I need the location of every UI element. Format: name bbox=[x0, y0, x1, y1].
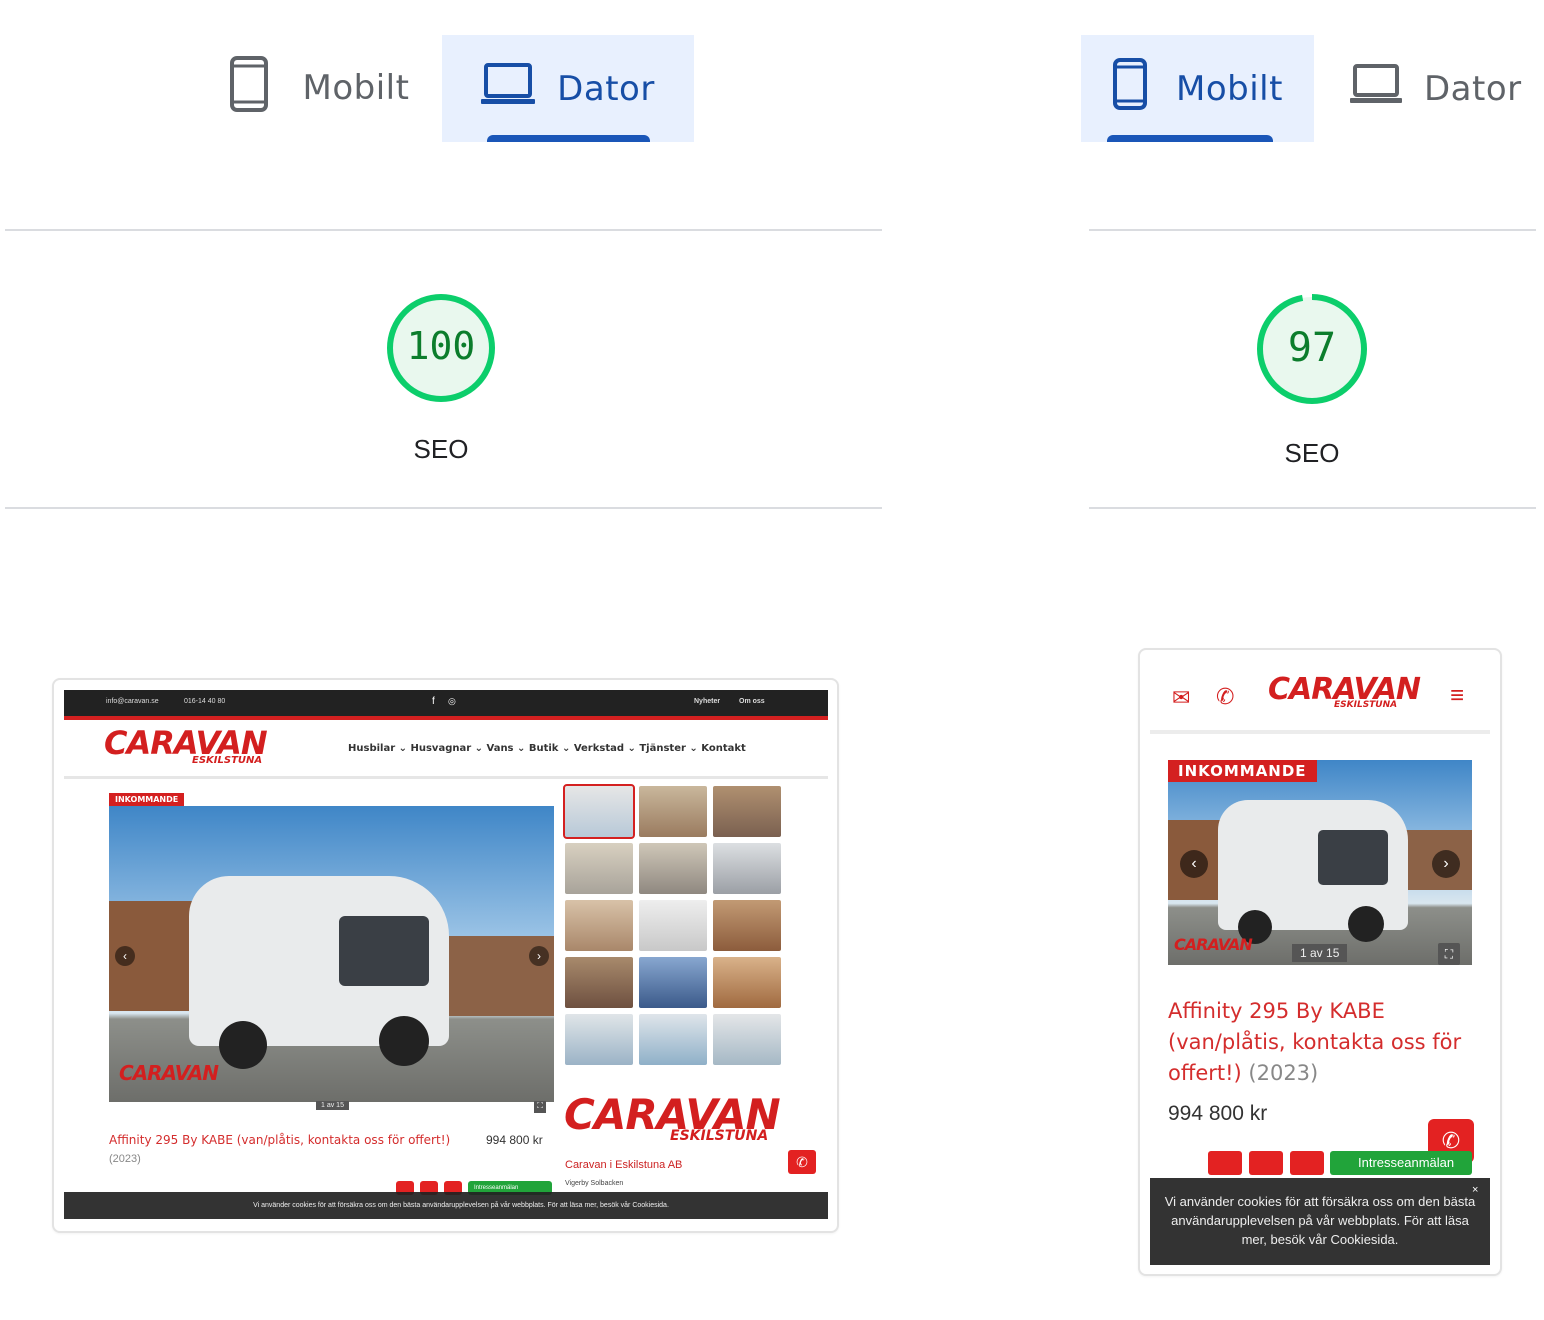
thumbnail[interactable] bbox=[713, 900, 781, 951]
site-logo[interactable]: CARAVAN ESKILSTUNA bbox=[104, 724, 294, 772]
nav-item[interactable]: Vans bbox=[487, 743, 514, 754]
thumbnail[interactable] bbox=[639, 786, 707, 837]
fullscreen-icon[interactable]: ⛶ bbox=[534, 1101, 546, 1113]
laptop-icon bbox=[1350, 63, 1402, 114]
listing-price: 994 800 kr bbox=[1168, 1102, 1268, 1125]
phone-icon bbox=[229, 55, 269, 122]
main-nav: Husbilar ⌄ Husvagnar ⌄ Vans ⌄ Butik ⌄ Ve… bbox=[348, 743, 746, 754]
desktop-screenshot: info@caravan.se 016-14 40 80 f ◎ Nyheter… bbox=[52, 678, 839, 1233]
topbar-link[interactable]: Om oss bbox=[739, 698, 765, 705]
accent-line bbox=[64, 716, 828, 720]
thumbnail[interactable] bbox=[639, 957, 707, 1008]
thumbnail[interactable] bbox=[565, 957, 633, 1008]
divider bbox=[5, 229, 882, 231]
fullscreen-icon[interactable]: ⛶ bbox=[1438, 943, 1460, 965]
divider bbox=[1089, 507, 1536, 509]
main-photo[interactable]: CARAVAN ‹ › bbox=[109, 806, 554, 1102]
topbar-phone: 016-14 40 80 bbox=[184, 698, 226, 705]
score-label: SEO bbox=[1284, 438, 1340, 468]
main-photo[interactable]: CARAVAN ‹ › bbox=[1168, 760, 1472, 965]
seo-gauge-right: 97 bbox=[1255, 292, 1369, 406]
thumbnail[interactable] bbox=[565, 1014, 633, 1065]
image-counter: 1 av 15 bbox=[316, 1101, 349, 1110]
tab-mobile-label: Mobilt bbox=[1176, 68, 1283, 109]
company-address: Vigerby Solbacken bbox=[565, 1180, 624, 1187]
nav-item[interactable]: Kontakt bbox=[701, 743, 746, 754]
thumbnail[interactable] bbox=[713, 843, 781, 894]
image-button[interactable] bbox=[1208, 1151, 1242, 1175]
print-button[interactable] bbox=[1249, 1151, 1283, 1175]
listing-price: 994 800 kr bbox=[486, 1133, 543, 1147]
listing-year: (2023) bbox=[1248, 1061, 1319, 1085]
cookie-banner: Vi använder cookies för att försäkra oss… bbox=[64, 1192, 828, 1219]
thumbnail[interactable] bbox=[713, 786, 781, 837]
chevron-left-icon[interactable]: ‹ bbox=[115, 946, 135, 966]
dealer-logo-sub: ESKILSTUNA bbox=[670, 1128, 769, 1144]
mobile-screenshot: ✉ ✆ CARAVAN ESKILSTUNA ≡ CARAVAN ‹ › INK… bbox=[1138, 648, 1502, 1276]
thumbnail[interactable] bbox=[713, 957, 781, 1008]
score-label: SEO bbox=[413, 434, 469, 464]
site-logo[interactable]: CARAVAN ESKILSTUNA bbox=[1268, 672, 1421, 716]
cookie-text: Vi använder cookies för att försäkra oss… bbox=[1164, 1194, 1476, 1247]
site-topbar: info@caravan.se 016-14 40 80 f ◎ Nyheter… bbox=[64, 690, 828, 716]
thumbnail[interactable] bbox=[639, 1014, 707, 1065]
thumbnail[interactable] bbox=[563, 784, 635, 839]
score-value: 97 bbox=[1287, 325, 1337, 371]
company-name: Caravan i Eskilstuna AB bbox=[565, 1159, 683, 1171]
header-divider bbox=[1150, 730, 1490, 734]
dealer-logo: CARAVAN ESKILSTUNA bbox=[564, 1090, 784, 1150]
close-icon[interactable]: × bbox=[1472, 1184, 1478, 1196]
cookie-text: Vi använder cookies för att försäkra oss… bbox=[253, 1202, 669, 1209]
topbar-email: info@caravan.se bbox=[106, 698, 159, 705]
interest-button[interactable]: Intresseanmälan bbox=[1330, 1151, 1472, 1175]
nav-item[interactable]: Tjänster bbox=[639, 743, 686, 754]
phone-call-icon[interactable]: ✆ bbox=[1216, 684, 1234, 710]
thumbnail[interactable] bbox=[565, 900, 633, 951]
status-badge: INKOMMANDE bbox=[1168, 760, 1317, 782]
logo-sub: ESKILSTUNA bbox=[192, 755, 263, 766]
cookie-banner: Vi använder cookies för att försäkra oss… bbox=[1150, 1178, 1490, 1265]
image-counter: 1 av 15 bbox=[1292, 944, 1348, 962]
listing-year: (2023) bbox=[109, 1153, 141, 1165]
chevron-right-icon[interactable]: › bbox=[529, 946, 549, 966]
tab-desktop-right[interactable]: Dator bbox=[1350, 35, 1530, 142]
share-button[interactable] bbox=[1290, 1151, 1324, 1175]
thumbnail[interactable] bbox=[565, 843, 633, 894]
listing-title[interactable]: Affinity 295 By KABE (van/plåtis, kontak… bbox=[109, 1133, 450, 1147]
chevron-left-icon[interactable]: ‹ bbox=[1180, 850, 1208, 878]
thumbnail[interactable] bbox=[639, 843, 707, 894]
header-divider bbox=[64, 776, 828, 779]
mail-icon[interactable]: ✉ bbox=[1172, 685, 1190, 711]
divider bbox=[5, 507, 882, 509]
score-value: 100 bbox=[406, 324, 476, 368]
tab-mobile-label: Mobilt bbox=[302, 68, 410, 108]
tab-desktop-left[interactable]: Dator bbox=[442, 35, 694, 142]
tab-mobile-left[interactable]: Mobilt bbox=[196, 35, 442, 141]
phone-call-icon[interactable]: ✆ bbox=[788, 1150, 816, 1174]
tab-desktop-label: Dator bbox=[557, 68, 655, 109]
divider bbox=[1089, 229, 1536, 231]
logo-sub: ESKILSTUNA bbox=[1334, 700, 1398, 710]
nav-item[interactable]: Husvagnar bbox=[410, 743, 471, 754]
laptop-icon bbox=[481, 62, 536, 115]
phone-icon bbox=[1112, 57, 1148, 120]
thumbnail[interactable] bbox=[713, 1014, 781, 1065]
hamburger-menu-icon[interactable]: ≡ bbox=[1450, 682, 1464, 710]
tab-mobile-right[interactable]: Mobilt bbox=[1081, 35, 1314, 142]
active-tab-indicator bbox=[1107, 135, 1273, 142]
tab-desktop-label: Dator bbox=[1424, 68, 1522, 109]
topbar-link[interactable]: Nyheter bbox=[694, 698, 720, 705]
listing-title[interactable]: Affinity 295 By KABE (van/plåtis, kontak… bbox=[1168, 996, 1478, 1089]
nav-item[interactable]: Husbilar bbox=[348, 743, 395, 754]
instagram-icon[interactable]: ◎ bbox=[448, 696, 456, 707]
nav-item[interactable]: Butik bbox=[529, 743, 559, 754]
nav-item[interactable]: Verkstad bbox=[574, 743, 624, 754]
active-tab-indicator bbox=[487, 135, 650, 142]
chevron-right-icon[interactable]: › bbox=[1432, 850, 1460, 878]
thumbnail[interactable] bbox=[639, 900, 707, 951]
status-badge: INKOMMANDE bbox=[109, 793, 185, 806]
facebook-icon[interactable]: f bbox=[432, 696, 435, 707]
seo-gauge-left: 100 bbox=[385, 292, 497, 404]
